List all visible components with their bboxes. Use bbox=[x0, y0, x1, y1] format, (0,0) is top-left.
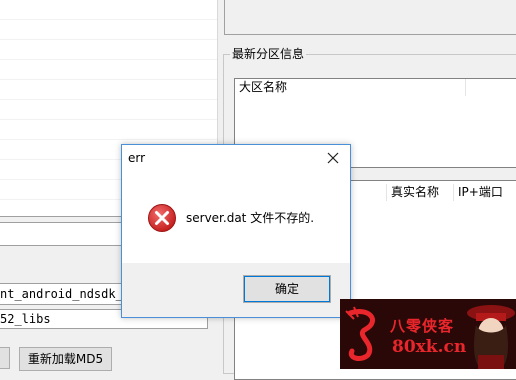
character-avatar-icon bbox=[467, 305, 515, 369]
error-icon bbox=[148, 204, 176, 232]
region-list-header: 大区名称 bbox=[235, 79, 516, 96]
error-dialog: err server.dat 文件不存的. 确定 bbox=[121, 144, 351, 318]
column-header-region-name[interactable]: 大区名称 bbox=[235, 79, 466, 96]
ok-button[interactable]: 确定 bbox=[243, 275, 331, 303]
dialog-footer: 确定 bbox=[122, 263, 350, 317]
watermark-text-cn: 八零侠客 bbox=[390, 317, 455, 335]
watermark-text-en: 80xk.cn bbox=[392, 337, 467, 357]
dialog-message: server.dat 文件不存的. bbox=[186, 211, 315, 225]
dragon-logo-icon bbox=[345, 306, 375, 361]
left-partial-button[interactable] bbox=[0, 347, 10, 369]
reload-md5-button[interactable]: 重新加载MD5 bbox=[19, 347, 112, 371]
watermark-logo: 八零侠客 80xk.cn bbox=[340, 299, 516, 369]
column-header-real-name[interactable]: 真实名称 bbox=[387, 184, 454, 201]
partition-info-title: 最新分区信息 bbox=[230, 45, 307, 62]
close-icon[interactable] bbox=[326, 151, 340, 165]
column-header-extra[interactable] bbox=[466, 79, 516, 96]
right-top-panel bbox=[224, 0, 516, 35]
column-header-ip-port[interactable]: IP+端口 bbox=[454, 184, 516, 201]
dialog-title: err bbox=[128, 151, 146, 165]
